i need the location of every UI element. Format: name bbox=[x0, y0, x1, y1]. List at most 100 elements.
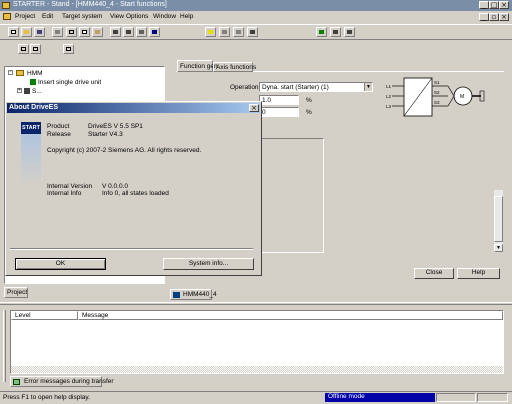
diagram-l1: L1 bbox=[386, 84, 392, 89]
download-button[interactable] bbox=[110, 27, 121, 37]
about-panel bbox=[10, 115, 250, 238]
tree-root-label[interactable]: HMM bbox=[27, 70, 43, 77]
field3-input[interactable]: 0 bbox=[259, 107, 299, 117]
close-dialog-button[interactable]: Close bbox=[414, 268, 454, 279]
logo-strip bbox=[21, 134, 41, 186]
expand-button[interactable] bbox=[18, 44, 29, 54]
internal-info-label: Internal Info bbox=[47, 190, 82, 197]
operation-select[interactable]: Dyna. start (Starter) (1) ▼ bbox=[259, 82, 373, 92]
scroll-down-button[interactable]: ▼ bbox=[494, 244, 503, 252]
status-panel-2 bbox=[436, 393, 476, 402]
doc-minimize-button[interactable]: _ bbox=[479, 13, 489, 21]
tree-item-insert[interactable]: Insert single drive unit bbox=[38, 79, 101, 86]
operation-label: Operation bbox=[230, 84, 259, 91]
diagnostics-button[interactable] bbox=[344, 27, 355, 37]
save-button[interactable] bbox=[34, 27, 45, 37]
doc-restore-button[interactable]: ▫ bbox=[489, 13, 499, 21]
product-label: Product bbox=[47, 123, 70, 130]
paste-button[interactable] bbox=[92, 27, 103, 37]
product-value: DriveES V 5.5 SP1 bbox=[88, 123, 143, 130]
diagram-s3: S3 bbox=[434, 100, 440, 105]
system-info-button[interactable]: System info... bbox=[163, 258, 254, 270]
close-button[interactable]: × bbox=[499, 1, 509, 9]
menu-help[interactable]: Help bbox=[180, 13, 193, 20]
offline-mode-indicator: Offline mode bbox=[325, 393, 435, 402]
help-pointer-button[interactable] bbox=[149, 27, 160, 37]
link-button[interactable] bbox=[247, 27, 258, 37]
scroll-thumb[interactable] bbox=[494, 196, 503, 242]
device-button[interactable] bbox=[219, 27, 230, 37]
pane-grip[interactable] bbox=[3, 310, 6, 382]
field3-unit: % bbox=[306, 109, 312, 116]
tree-expand-icon: + bbox=[17, 87, 22, 93]
about-title: About DriveES bbox=[9, 104, 59, 111]
menu-project[interactable]: Project bbox=[15, 13, 35, 20]
save-icon bbox=[37, 30, 42, 34]
copyright-text: Copyright (c) 2007-2 Siemens AG. All rig… bbox=[47, 147, 202, 154]
connect-button[interactable] bbox=[205, 27, 216, 37]
control-panel-button[interactable] bbox=[316, 27, 327, 37]
ok-button[interactable]: OK bbox=[15, 258, 106, 270]
start-logo: START bbox=[21, 122, 41, 134]
open-project-button[interactable] bbox=[21, 27, 32, 37]
upload-button[interactable] bbox=[123, 27, 134, 37]
error-messages-tab[interactable]: Error messages during transfer bbox=[10, 376, 114, 387]
trace-button[interactable] bbox=[330, 27, 341, 37]
diagram-s1: S1 bbox=[434, 80, 440, 85]
tree-item-s[interactable]: S... bbox=[32, 88, 42, 95]
copy-icon bbox=[82, 30, 87, 34]
app-icon bbox=[2, 2, 10, 9]
release-value: Starter V4.3 bbox=[88, 131, 123, 138]
horizontal-scrollbar[interactable] bbox=[11, 366, 503, 373]
tab-function-gen[interactable]: Function gen bbox=[177, 60, 218, 72]
download-icon bbox=[113, 30, 118, 34]
copy-button[interactable] bbox=[79, 27, 90, 37]
field2-unit: % bbox=[306, 97, 312, 104]
minimize-button[interactable]: _ bbox=[479, 1, 489, 9]
trace-icon bbox=[333, 30, 338, 34]
about-close-button[interactable]: × bbox=[249, 104, 259, 112]
drive-icon bbox=[24, 88, 30, 94]
grid-icon bbox=[13, 379, 20, 385]
expand-icon bbox=[21, 47, 26, 51]
device-2-button[interactable] bbox=[233, 27, 244, 37]
help-dialog-button[interactable]: Help bbox=[457, 268, 500, 279]
menu-edit[interactable]: Edit bbox=[42, 13, 53, 20]
pane-divider bbox=[0, 302, 512, 305]
menu-window[interactable]: Window bbox=[153, 13, 176, 20]
chevron-down-icon: ▼ bbox=[364, 83, 372, 91]
doc-close-button[interactable]: × bbox=[499, 13, 509, 21]
document-tab[interactable]: HMM440_4 bbox=[170, 289, 217, 300]
status-text: Press F1 to open help display. bbox=[3, 394, 90, 401]
diagram-s2: S2 bbox=[434, 90, 440, 95]
window-title: STARTER - Stand - [HMM440_4 - Start func… bbox=[13, 1, 167, 8]
details-icon bbox=[33, 47, 38, 51]
menu-target-system[interactable]: Target system bbox=[62, 13, 102, 20]
field2-input[interactable]: 1.0 bbox=[259, 95, 299, 105]
tab-axis-functions[interactable]: Axis functions bbox=[213, 62, 256, 72]
upload-icon bbox=[126, 30, 131, 34]
diagnostics-icon bbox=[347, 30, 352, 34]
new-project-button[interactable] bbox=[8, 27, 19, 37]
link-icon bbox=[250, 30, 255, 34]
cut-icon bbox=[69, 30, 74, 34]
message-header[interactable]: Message bbox=[78, 311, 503, 320]
window-icon bbox=[66, 47, 71, 51]
window-button[interactable] bbox=[63, 44, 74, 54]
status-panel-3 bbox=[477, 393, 508, 402]
menu-view[interactable]: View bbox=[110, 13, 124, 20]
about-divider bbox=[10, 248, 253, 250]
level-header[interactable]: Level bbox=[11, 311, 78, 320]
internal-version-label: Internal Version bbox=[47, 183, 93, 190]
print-icon bbox=[55, 30, 60, 34]
help-pointer-icon bbox=[152, 30, 157, 34]
project-tab[interactable]: Project bbox=[4, 287, 28, 298]
details-button[interactable] bbox=[30, 44, 41, 54]
device-icon bbox=[222, 30, 227, 34]
print-button[interactable] bbox=[52, 27, 63, 37]
menu-options[interactable]: Options bbox=[126, 13, 148, 20]
maximize-button[interactable]: □ bbox=[489, 1, 499, 9]
tree-root-icon: - bbox=[8, 69, 13, 75]
cut-button[interactable] bbox=[66, 27, 77, 37]
compile-button[interactable] bbox=[136, 27, 147, 37]
